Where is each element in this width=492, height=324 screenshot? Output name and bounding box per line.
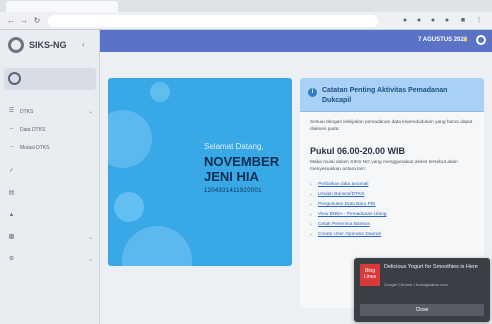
- notice-body-secondary: Maka mulai dalam SIKS-NG yang menggunaka…: [310, 160, 458, 172]
- sidebar-item-document[interactable]: ▤: [0, 186, 100, 202]
- reload-icon[interactable]: ↻: [32, 16, 42, 26]
- forward-icon[interactable]: →: [19, 16, 29, 26]
- chevron-right-icon: ›: [310, 222, 312, 228]
- extension-icon[interactable]: ●: [442, 16, 452, 26]
- address-bar-row: ← → ↻ ● ● ● ● ■ ⋮: [0, 12, 492, 30]
- link-text[interactable]: Perbaikan data anomali: [318, 182, 368, 187]
- chevron-right-icon: ›: [310, 182, 312, 188]
- notification-toast[interactable]: Blog Lines Delicious Yogurt for Smoothie…: [354, 258, 490, 322]
- list-item[interactable]: › Cetak Penerima Bansos: [310, 222, 478, 230]
- list-icon: ☰: [8, 108, 15, 114]
- sidebar-item-mutasi-dtks[interactable]: – Mutasi DTKS: [0, 140, 100, 156]
- back-icon[interactable]: ←: [6, 16, 16, 26]
- logo-text: SIKS-NG: [29, 40, 67, 50]
- logo-icon: [8, 37, 24, 53]
- list-item[interactable]: › Perbaikan data anomali: [310, 182, 478, 190]
- document-icon: ▤: [8, 190, 15, 196]
- notice-header: i Catatan Penting Aktivitas Pemadanan Du…: [300, 78, 484, 112]
- profile-icon[interactable]: ■: [458, 16, 468, 26]
- sidebar-item-settings[interactable]: ⚙ ⌄: [0, 252, 100, 268]
- sidebar-item-verification[interactable]: ✓: [0, 164, 100, 180]
- notification-title: Delicious Yogurt for Smoothies is Here: [384, 264, 478, 270]
- extension-icon[interactable]: ●: [400, 16, 410, 26]
- chevron-right-icon: ›: [310, 212, 312, 218]
- browser-chrome: ← → ↻ ● ● ● ● ■ ⋮: [0, 0, 492, 30]
- printer-icon: ▩: [8, 234, 15, 240]
- list-item[interactable]: › Create User Operator Daerah: [310, 232, 478, 240]
- link-text[interactable]: Usulan Bansos/DTKS: [318, 192, 364, 197]
- sidebar-item-dtks[interactable]: ☰ DTKS ⌄: [0, 104, 100, 120]
- user-name-line1: NOVEMBER: [204, 154, 280, 169]
- link-text[interactable]: Cetak Penerima Bansos: [318, 222, 370, 227]
- gear-icon: ⚙: [8, 256, 15, 262]
- dash-icon: –: [9, 144, 14, 150]
- sidebar-item-label: Data DTKS: [20, 127, 46, 133]
- address-bar[interactable]: [48, 15, 378, 27]
- list-item[interactable]: › Usulan Bansos/DTKS: [310, 192, 478, 200]
- sidebar: SIKS-NG ‹ ☰ DTKS ⌄ – Data DTKS – Mutasi …: [0, 30, 100, 324]
- sidebar-item-label: Mutasi DTKS: [20, 145, 50, 151]
- chevron-right-icon: ›: [310, 202, 312, 208]
- people-icon: ▲: [8, 212, 15, 218]
- notice-title: Catatan Penting Aktivitas Pemadanan Dukc…: [322, 87, 448, 104]
- decorative-circle: [150, 82, 170, 102]
- decorative-circle: [114, 192, 144, 222]
- notice-body: Sesuai dengan kebijakan pemadanan data k…: [310, 120, 473, 132]
- top-header: 7 AGUSTUS 2023 ●: [100, 30, 492, 52]
- decorative-circle: [122, 226, 192, 266]
- link-text[interactable]: Create User Operator Daerah: [318, 232, 381, 237]
- link-text[interactable]: Pengusulan Data Baru PBI: [318, 202, 375, 207]
- user-full-name: NOVEMBER JENI HIA: [204, 154, 279, 184]
- chevron-down-icon: ⌄: [88, 257, 94, 263]
- close-button[interactable]: Close: [360, 304, 484, 316]
- collapse-sidebar-icon[interactable]: ‹: [82, 40, 85, 49]
- list-item[interactable]: › View BNBA - Pemadanan Ulang: [310, 212, 478, 220]
- welcome-greeting: Selamat Datang,: [204, 142, 264, 151]
- header-date: 7 AGUSTUS 2023: [418, 37, 468, 43]
- avatar: [8, 72, 21, 85]
- service-hours: Pukul 06.00-20.00 WIB: [310, 146, 406, 156]
- chevron-down-icon: ⌄: [88, 235, 94, 241]
- sidebar-item-print[interactable]: ▩ ⌄: [0, 230, 100, 246]
- tab-strip: [0, 0, 492, 12]
- decorative-circle: [108, 110, 152, 168]
- notification-thumbnail: Blog Lines: [360, 264, 380, 286]
- user-icon[interactable]: [476, 35, 486, 45]
- notification-source: Google Chrome • trukatgualnm.com: [384, 282, 448, 287]
- browser-tab[interactable]: [6, 1, 118, 12]
- bell-icon[interactable]: ●: [463, 35, 468, 44]
- menu-icon[interactable]: ⋮: [474, 16, 484, 26]
- sidebar-user[interactable]: [4, 68, 96, 90]
- welcome-card: Selamat Datang, NOVEMBER JENI HIA 120433…: [108, 78, 292, 266]
- list-item[interactable]: › Pengusulan Data Baru PBI: [310, 202, 478, 210]
- sidebar-item-people[interactable]: ▲: [0, 208, 100, 224]
- extension-icon[interactable]: ●: [414, 16, 424, 26]
- user-id-number: 1204331411920001: [204, 188, 262, 194]
- link-text[interactable]: View BNBA - Pemadanan Ulang: [318, 212, 386, 217]
- sidebar-item-data-dtks[interactable]: – Data DTKS: [0, 122, 100, 138]
- logo-row: SIKS-NG ‹: [0, 30, 100, 62]
- extension-icon[interactable]: ●: [428, 16, 438, 26]
- chevron-down-icon: ⌄: [88, 109, 94, 115]
- info-icon: i: [308, 88, 317, 97]
- dash-icon: –: [9, 126, 14, 132]
- user-name-line2: JENI HIA: [204, 169, 259, 184]
- sidebar-item-label: DTKS: [20, 109, 34, 115]
- check-icon: ✓: [8, 168, 15, 174]
- chevron-right-icon: ›: [310, 192, 312, 198]
- chevron-right-icon: ›: [310, 232, 312, 238]
